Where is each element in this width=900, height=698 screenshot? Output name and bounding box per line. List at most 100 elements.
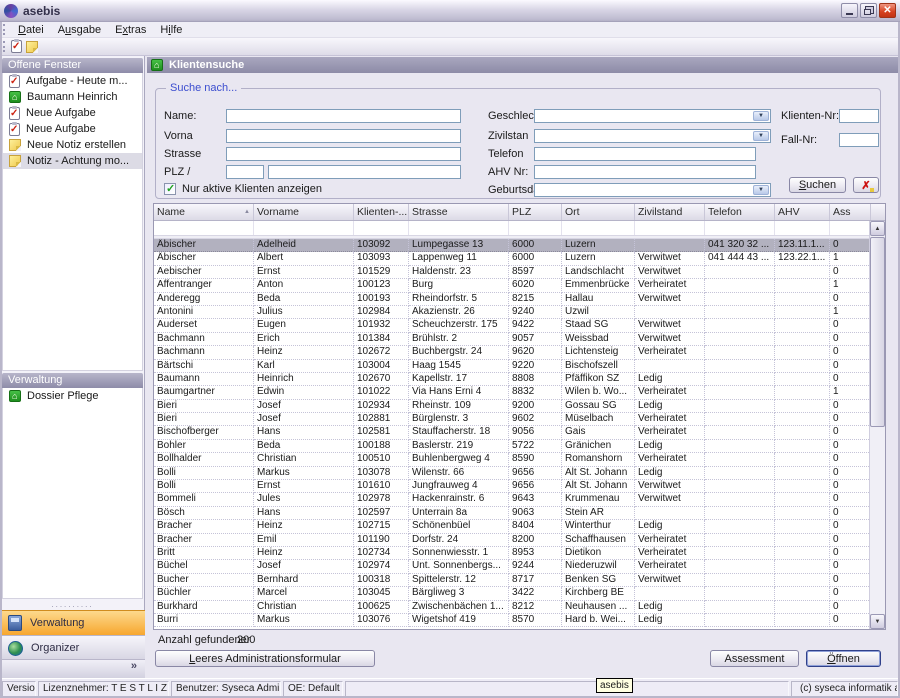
vertical-scrollbar[interactable]: ▲ ▼ [869, 221, 885, 629]
vorname-input[interactable] [226, 129, 461, 143]
table-cell: Gränichen [562, 440, 635, 453]
table-cell: Lumpegasse 13 [409, 239, 509, 252]
table-row[interactable]: BieriJosef102934Rheinstr. 1099200Gossau … [154, 400, 885, 413]
table-row[interactable]: BurriMarkus103076Wigetshof 4198570Hard b… [154, 614, 885, 627]
open-window-item[interactable]: Neue Aufgabe [3, 121, 142, 137]
assessment-button[interactable]: Assessment [710, 650, 799, 667]
filter-cell[interactable] [562, 221, 635, 235]
table-row[interactable]: ÄbischerAdelheid103092Lumpegasse 136000L… [154, 239, 885, 252]
zivilstand-select[interactable] [534, 129, 771, 143]
table-row[interactable]: BachmannHeinz102672Buchbergstr. 249620Li… [154, 346, 885, 359]
open-button[interactable]: Öffnen [806, 650, 881, 667]
open-window-item[interactable]: Neue Aufgabe [3, 105, 142, 121]
column-header-strasse[interactable]: Strasse [409, 204, 509, 220]
table-row[interactable]: BolliMarkus103078Wilenstr. 669656Alt St.… [154, 467, 885, 480]
open-window-item[interactable]: Notiz - Achtung mo... [3, 153, 142, 169]
table-row[interactable]: BieriJosef102881Bürglenstr. 39602Müselba… [154, 413, 885, 426]
clear-search-button[interactable]: ✗ [853, 177, 879, 193]
table-row[interactable]: BracherEmil101190Dorfstr. 248200Schaffha… [154, 534, 885, 547]
scrollbar-thumb[interactable] [870, 237, 885, 427]
filter-cell[interactable] [830, 221, 871, 235]
table-row[interactable]: BommeliJules102978Hackenrainstr. 69643Kr… [154, 493, 885, 506]
nav-button-organizer[interactable]: Organizer [0, 635, 145, 660]
filter-cell[interactable] [705, 221, 775, 235]
open-window-item[interactable]: Baumann Heinrich [3, 89, 142, 105]
table-cell [775, 467, 830, 480]
open-window-item-label: Notiz - Achtung mo... [27, 155, 129, 167]
filter-cell[interactable] [354, 221, 409, 235]
close-button[interactable]: ✕ [879, 3, 896, 18]
geburtsdatum-select[interactable] [534, 183, 771, 197]
table-row[interactable]: BärtschiKarl103004Haag 15459220Bischofsz… [154, 360, 885, 373]
table-row[interactable]: BüchelJosef102974Unt. Sonnenbergs...9244… [154, 560, 885, 573]
table-row[interactable]: BaumgartnerEdwin101022Via Hans Erni 4883… [154, 386, 885, 399]
menu-item-hilfe[interactable]: Hilfe [153, 23, 189, 37]
active-clients-checkbox[interactable] [164, 183, 176, 195]
ort-input[interactable] [268, 165, 461, 179]
menu-item-ausgabe[interactable]: Ausgabe [51, 23, 108, 37]
splitter-grip[interactable]: .......... [2, 602, 143, 610]
column-header-telefon[interactable]: Telefon [705, 204, 775, 220]
table-row[interactable]: AffentrangerAnton100123Burg6020Emmenbrüc… [154, 279, 885, 292]
geschlecht-label: Geschlec [488, 110, 534, 122]
table-filter-row[interactable] [154, 221, 885, 236]
scroll-down-icon[interactable]: ▼ [870, 614, 885, 629]
geschlecht-select[interactable] [534, 109, 771, 123]
filter-cell[interactable] [409, 221, 509, 235]
new-note-icon[interactable] [26, 41, 38, 53]
filter-cell[interactable] [635, 221, 705, 235]
strasse-input[interactable] [226, 147, 461, 161]
column-header-name[interactable]: Name▲ [154, 204, 254, 220]
table-row[interactable]: BracherHeinz102715Schönenbüel8404Wintert… [154, 520, 885, 533]
ahv-input[interactable] [534, 165, 756, 179]
filter-cell[interactable] [154, 221, 254, 235]
minimize-button[interactable] [841, 3, 858, 18]
column-header-plz[interactable]: PLZ [509, 204, 562, 220]
column-header-vorname[interactable]: Vorname [254, 204, 354, 220]
table-cell [635, 239, 705, 252]
column-header-ort[interactable]: Ort [562, 204, 635, 220]
table-cell [775, 587, 830, 600]
verwaltung-item[interactable]: Dossier Pflege [3, 388, 142, 404]
column-header-klienten[interactable]: Klienten-... [354, 204, 409, 220]
table-row[interactable]: BachmannErich101384Brühlstr. 29057Weissb… [154, 333, 885, 346]
nav-overflow-chevron[interactable]: » [0, 659, 145, 678]
fall-nr-input[interactable] [839, 133, 879, 147]
filter-cell[interactable] [254, 221, 354, 235]
table-row[interactable]: BohlerBeda100188Baslerstr. 2195722Gränic… [154, 440, 885, 453]
telefon-input[interactable] [534, 147, 756, 161]
table-row[interactable]: BischofbergerHans102581Stauffacherstr. 1… [154, 426, 885, 439]
table-row[interactable]: BolliErnst101610Jungfrauweg 49656Alt St.… [154, 480, 885, 493]
table-row[interactable]: AntoniniJulius102984Akazienstr. 269240Uz… [154, 306, 885, 319]
filter-cell[interactable] [509, 221, 562, 235]
name-input[interactable] [226, 109, 461, 123]
table-row[interactable]: BurkhardChristian100625Zwischenbächen 1.… [154, 601, 885, 614]
table-row[interactable]: BrittHeinz102734Sonnenwiesstr. 18953Diet… [154, 547, 885, 560]
table-row[interactable]: ÄbischerAlbert103093Lappenweg 116000Luze… [154, 252, 885, 265]
empty-admin-form-button[interactable]: Leeres Administrationsformular [155, 650, 375, 667]
table-row[interactable]: BollhalderChristian100510Buhlenbergweg 4… [154, 453, 885, 466]
scroll-up-icon[interactable]: ▲ [870, 221, 885, 236]
klienten-nr-input[interactable] [839, 109, 879, 123]
open-window-item[interactable]: Aufgabe - Heute m... [3, 73, 142, 89]
filter-cell[interactable] [775, 221, 830, 235]
table-row[interactable]: AebischerErnst101529Haldenstr. 238597Lan… [154, 266, 885, 279]
table-row[interactable]: BüchlerMarcel103045Bärgliweg 33422Kirchb… [154, 587, 885, 600]
column-header-label: AHV [778, 206, 800, 218]
table-row[interactable]: AudersetEugen101932Scheuchzerstr. 175942… [154, 319, 885, 332]
column-header-ass[interactable]: Ass [830, 204, 871, 220]
table-row[interactable]: BaumannHeinrich102670Kapellstr. 178808Pf… [154, 373, 885, 386]
restore-button[interactable] [860, 3, 877, 18]
nav-button-verwaltung[interactable]: Verwaltung [0, 610, 145, 635]
new-task-icon[interactable] [11, 40, 22, 53]
column-header-zivilstand[interactable]: Zivilstand [635, 204, 705, 220]
menu-item-datei[interactable]: Datei [11, 23, 51, 37]
open-window-item[interactable]: Neue Notiz erstellen [3, 137, 142, 153]
plz-input[interactable] [226, 165, 264, 179]
table-row[interactable]: AndereggBeda100193Rheindorfstr. 58215Hal… [154, 293, 885, 306]
suchen-button[interactable]: Suchen [789, 177, 846, 193]
menu-item-extras[interactable]: Extras [108, 23, 153, 37]
table-row[interactable]: BucherBernhard100318Spittelerstr. 128717… [154, 574, 885, 587]
table-row[interactable]: BöschHans102597Unterrain 8a9063Stein AR0 [154, 507, 885, 520]
column-header-ahv[interactable]: AHV [775, 204, 830, 220]
